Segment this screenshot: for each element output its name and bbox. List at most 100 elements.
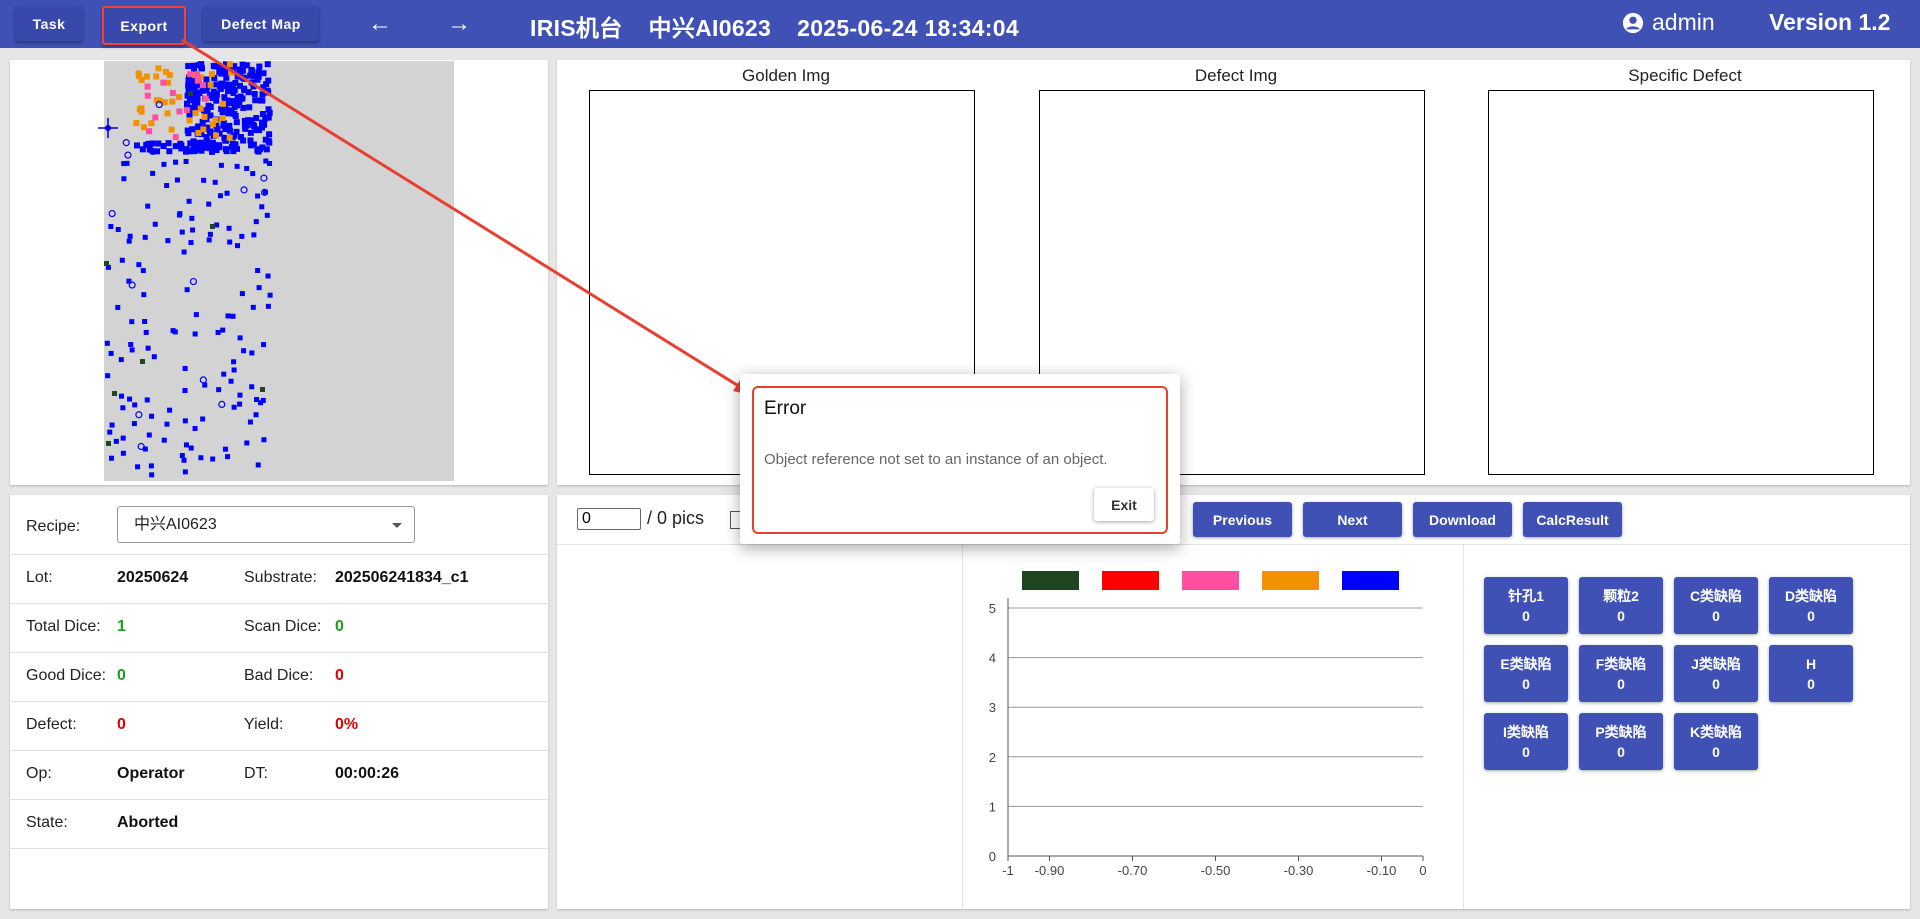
defect-marker bbox=[244, 440, 250, 446]
defect-marker bbox=[148, 463, 154, 469]
defect-marker bbox=[253, 219, 259, 225]
defect-marker bbox=[185, 63, 192, 70]
defect-type-button[interactable]: E类缺陷 0 bbox=[1484, 645, 1568, 702]
defect-marker bbox=[107, 429, 113, 435]
defect-marker bbox=[255, 69, 262, 76]
wafer-map[interactable] bbox=[104, 61, 454, 481]
defect-marker bbox=[252, 97, 259, 104]
defect-marker bbox=[226, 134, 233, 141]
yield-label: Yield: bbox=[244, 716, 284, 733]
defect-marker bbox=[164, 183, 170, 189]
defect-marker bbox=[174, 177, 180, 183]
defect-marker bbox=[172, 134, 179, 141]
dt-value: 00:00:26 bbox=[335, 765, 400, 782]
defect-marker bbox=[169, 89, 176, 96]
defect-marker bbox=[256, 63, 263, 70]
defect-marker bbox=[263, 81, 270, 88]
defect-type-button[interactable]: D类缺陷 0 bbox=[1769, 577, 1853, 634]
back-arrow-icon[interactable]: ← bbox=[365, 10, 395, 38]
defect-type-name: E类缺陷 bbox=[1500, 655, 1552, 672]
defect-marker bbox=[119, 393, 125, 399]
defect-type-button[interactable]: H0 bbox=[1769, 645, 1853, 702]
defect-marker bbox=[167, 407, 173, 413]
defect-marker bbox=[193, 312, 199, 318]
defect-type-button[interactable]: 针孔1 0 bbox=[1484, 577, 1568, 634]
defect-marker bbox=[135, 70, 142, 77]
defect-marker bbox=[179, 229, 185, 235]
total-dice-label: Total Dice: bbox=[26, 618, 101, 635]
defect-marker bbox=[205, 102, 212, 109]
defect-type-button[interactable]: P类缺陷 0 bbox=[1579, 713, 1663, 770]
defect-marker bbox=[138, 76, 145, 83]
specific-defect-viewer[interactable] bbox=[1488, 90, 1874, 475]
defect-marker bbox=[265, 273, 271, 279]
defect-marker bbox=[145, 345, 151, 351]
defect-marker bbox=[254, 76, 261, 83]
defect-marker bbox=[251, 91, 258, 98]
wafer-map-panel bbox=[10, 60, 548, 485]
previous-button[interactable]: Previous bbox=[1193, 502, 1292, 537]
download-button[interactable]: Download bbox=[1413, 502, 1512, 537]
defect-marker bbox=[237, 133, 244, 140]
machine-name: IRIS机台 bbox=[530, 15, 623, 41]
defect-marker bbox=[155, 140, 162, 147]
export-button[interactable]: Export bbox=[102, 6, 186, 45]
defect-marker bbox=[239, 291, 245, 297]
defect-marker bbox=[138, 108, 145, 115]
crosshair-icon bbox=[98, 118, 118, 138]
defect-type-button[interactable]: J类缺陷 0 bbox=[1674, 645, 1758, 702]
defect-marker bbox=[186, 198, 192, 204]
defect-marker bbox=[235, 71, 242, 78]
defect-type-button[interactable]: K类缺陷 0 bbox=[1674, 713, 1758, 770]
good-dice-label: Good Dice: bbox=[26, 667, 107, 684]
defect-type-count: 0 bbox=[1617, 743, 1625, 760]
defect-marker bbox=[216, 82, 223, 89]
defect-type-name: J类缺陷 bbox=[1691, 655, 1741, 672]
defect-chart: 0 1 2 3 4 5 -1 -0.90 -0.70 -0.50 -0.30 -0.10 0 bbox=[972, 565, 1452, 905]
forward-arrow-icon[interactable]: → bbox=[444, 10, 474, 38]
defect-marker bbox=[176, 108, 183, 115]
calc-result-button[interactable]: CalcResult bbox=[1523, 502, 1622, 537]
result-panel: / 0 pics Previous Next Download CalcResu… bbox=[557, 495, 1910, 909]
defect-marker bbox=[207, 81, 214, 88]
defect-marker bbox=[249, 350, 255, 356]
defect-type-button[interactable]: I类缺陷 0 bbox=[1484, 713, 1568, 770]
defect-marker bbox=[243, 62, 250, 69]
defect-marker bbox=[202, 95, 209, 102]
defect-marker bbox=[177, 140, 184, 147]
defect-marker bbox=[241, 75, 248, 82]
defect-type-button[interactable]: 颗粒2 0 bbox=[1579, 577, 1663, 634]
defect-marker bbox=[252, 127, 259, 134]
defect-type-button[interactable]: F类缺陷 0 bbox=[1579, 645, 1663, 702]
defect-marker bbox=[203, 76, 210, 83]
exit-button[interactable]: Exit bbox=[1094, 488, 1154, 521]
state-label: State: bbox=[26, 814, 68, 831]
defect-marker bbox=[149, 413, 155, 419]
defect-map-button[interactable]: Defect Map bbox=[203, 6, 319, 41]
defect-marker bbox=[208, 71, 215, 78]
defect-marker bbox=[106, 441, 111, 446]
defect-marker bbox=[207, 231, 213, 237]
user-menu[interactable]: admin bbox=[1622, 9, 1715, 36]
defect-marker bbox=[223, 446, 229, 452]
defect-marker bbox=[169, 98, 176, 105]
defect-marker bbox=[235, 243, 241, 249]
defect-marker bbox=[162, 68, 169, 75]
defect-marker bbox=[199, 82, 206, 89]
defect-marker bbox=[182, 469, 188, 475]
recipe-select[interactable]: 中兴AI0623 bbox=[117, 506, 415, 543]
next-button[interactable]: Next bbox=[1303, 502, 1402, 537]
defect-marker bbox=[195, 129, 202, 136]
user-name: admin bbox=[1652, 9, 1715, 35]
defect-marker bbox=[145, 203, 151, 209]
defect-marker bbox=[232, 112, 239, 119]
task-button[interactable]: Task bbox=[15, 6, 83, 41]
defect-marker bbox=[221, 94, 228, 101]
defect-marker bbox=[183, 442, 189, 448]
pic-index-input[interactable] bbox=[577, 508, 641, 530]
defect-marker bbox=[231, 404, 237, 410]
defect-type-name: K类缺陷 bbox=[1689, 723, 1743, 740]
defect-type-button[interactable]: C类缺陷 0 bbox=[1674, 577, 1758, 634]
defect-marker bbox=[184, 287, 190, 293]
defect-marker bbox=[189, 277, 198, 286]
